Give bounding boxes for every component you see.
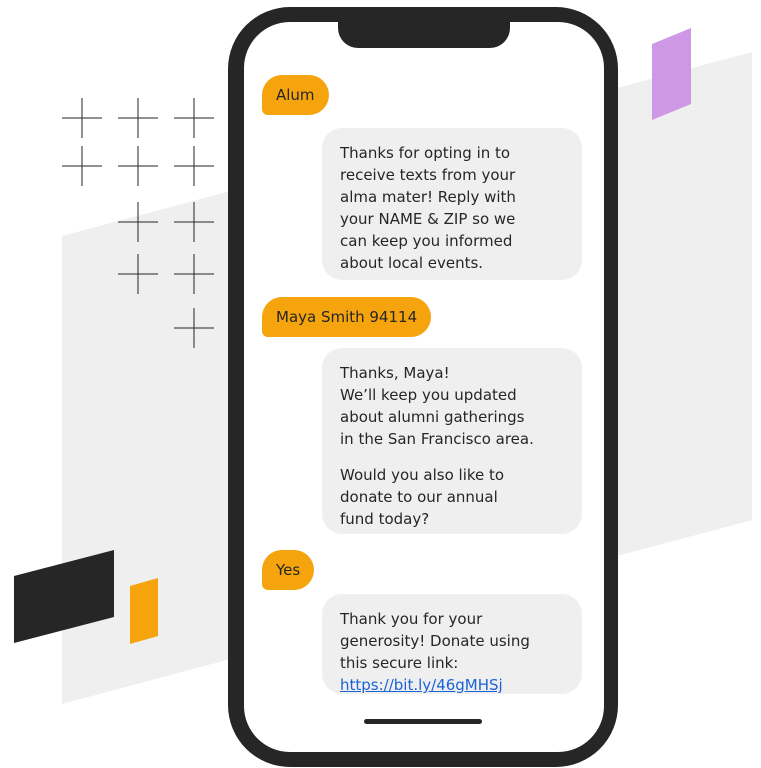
message-line: can keep you informed: [340, 232, 513, 250]
phone-notch: [338, 20, 510, 48]
message-line: alma mater! Reply with: [340, 188, 516, 206]
message-line: donate to our annual: [340, 488, 498, 506]
message-line: Thank you for your: [340, 610, 483, 628]
message-text: Thank you for your generosity! Donate us…: [340, 608, 564, 696]
received-message-donate: Thank you for your generosity! Donate us…: [322, 594, 582, 694]
message-line: generosity! Donate using: [340, 632, 530, 650]
message-line: about alumni gatherings: [340, 408, 525, 426]
message-line: receive texts from your: [340, 166, 516, 184]
illustration: Alum Thanks for opting in to receive tex…: [0, 0, 761, 768]
message-line: fund today?: [340, 510, 430, 528]
message-line: Thanks for opting in to: [340, 144, 511, 162]
message-line: Would you also like to: [340, 466, 505, 484]
received-message-opt-in: Thanks for opting in to receive texts fr…: [322, 128, 582, 280]
message-text: Thanks for opting in to receive texts fr…: [340, 142, 564, 274]
message-line: about local events.: [340, 254, 484, 272]
message-line: this secure link:: [340, 654, 459, 672]
home-indicator[interactable]: [364, 719, 482, 724]
message-paragraph: Would you also like to donate to our ann…: [340, 464, 564, 530]
received-message-thanks: Thanks, Maya! We’ll keep you updated abo…: [322, 348, 582, 534]
message-paragraph: Thanks, Maya! We’ll keep you updated abo…: [340, 362, 564, 450]
sent-message-alum: Alum: [262, 75, 329, 115]
message-line: Thanks, Maya!: [340, 364, 450, 382]
orange-accent-shape: [130, 578, 158, 644]
sent-message-yes: Yes: [262, 550, 315, 590]
message-line: We’ll keep you updated: [340, 386, 517, 404]
sent-message-name-zip: Maya Smith 94114: [262, 297, 432, 337]
message-line: in the San Francisco area.: [340, 430, 534, 448]
purple-accent-shape: [652, 28, 691, 120]
message-line: your NAME & ZIP so we: [340, 210, 516, 228]
donate-link[interactable]: https://bit.ly/46gMHSj: [340, 674, 564, 696]
